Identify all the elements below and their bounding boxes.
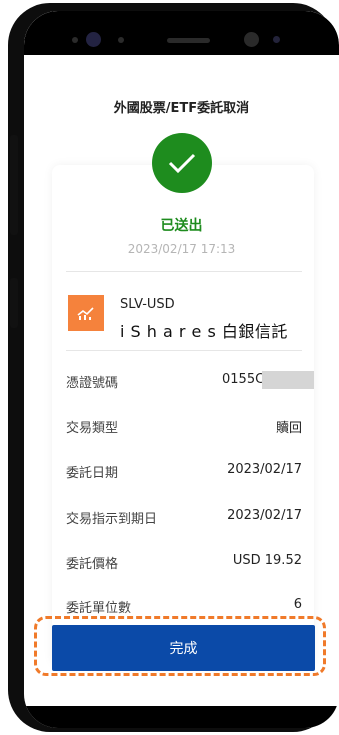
result-card — [52, 165, 314, 665]
detail-label: 委託價格 — [66, 557, 119, 572]
camera-notch — [24, 11, 339, 55]
page-title: 外國股票/ETF委託取消 — [113, 101, 250, 116]
sensor-icon — [118, 37, 124, 43]
screen: 外國股票/ETF委託取消 已送出 2023/02/17 17:13 SLV-US… — [24, 11, 339, 728]
detail-row-type: 交易類型 贖回 — [66, 417, 302, 437]
sensor-icon — [72, 37, 78, 43]
side-button — [10, 135, 18, 235]
bottom-bezel — [24, 706, 339, 728]
chart-icon — [68, 295, 104, 331]
redacted-mask — [262, 371, 314, 389]
divider — [66, 271, 302, 272]
detail-row-expiry-date: 交易指示到期日 2023/02/17 — [66, 508, 302, 528]
divider — [66, 350, 302, 351]
side-button — [10, 278, 18, 328]
detail-label: 委託日期 — [66, 466, 119, 481]
camera-icon — [86, 32, 101, 47]
detail-value: 贖回 — [275, 421, 302, 436]
detail-value: 2023/02/17 — [227, 462, 302, 477]
detail-row-voucher: 憑證號碼 0155C — [66, 371, 314, 392]
detail-value: USD 19.52 — [232, 553, 302, 568]
detail-label: 交易類型 — [66, 421, 119, 436]
detail-label: 交易指示到期日 — [66, 512, 158, 527]
speaker-grille — [167, 38, 210, 43]
phone-frame: 外國股票/ETF委託取消 已送出 2023/02/17 17:13 SLV-US… — [8, 3, 339, 732]
status-text: 已送出 — [160, 218, 203, 234]
detail-value: 2023/02/17 — [227, 508, 302, 523]
front-camera-icon — [244, 32, 259, 47]
detail-label: 憑證號碼 — [66, 376, 119, 391]
fund-name: i S h a r e s 白銀信託 — [120, 322, 288, 341]
detail-value: 6 — [293, 597, 302, 612]
detail-row-price: 委託價格 USD 19.52 — [66, 553, 302, 573]
success-check-icon — [152, 133, 212, 193]
detail-row-order-date: 委託日期 2023/02/17 — [66, 462, 302, 482]
detail-value: 0155C — [222, 372, 265, 387]
timestamp: 2023/02/17 17:13 — [127, 242, 236, 256]
sensor-icon — [273, 36, 280, 43]
fund-code: SLV-USD — [120, 297, 175, 312]
highlight-outline — [34, 616, 326, 676]
